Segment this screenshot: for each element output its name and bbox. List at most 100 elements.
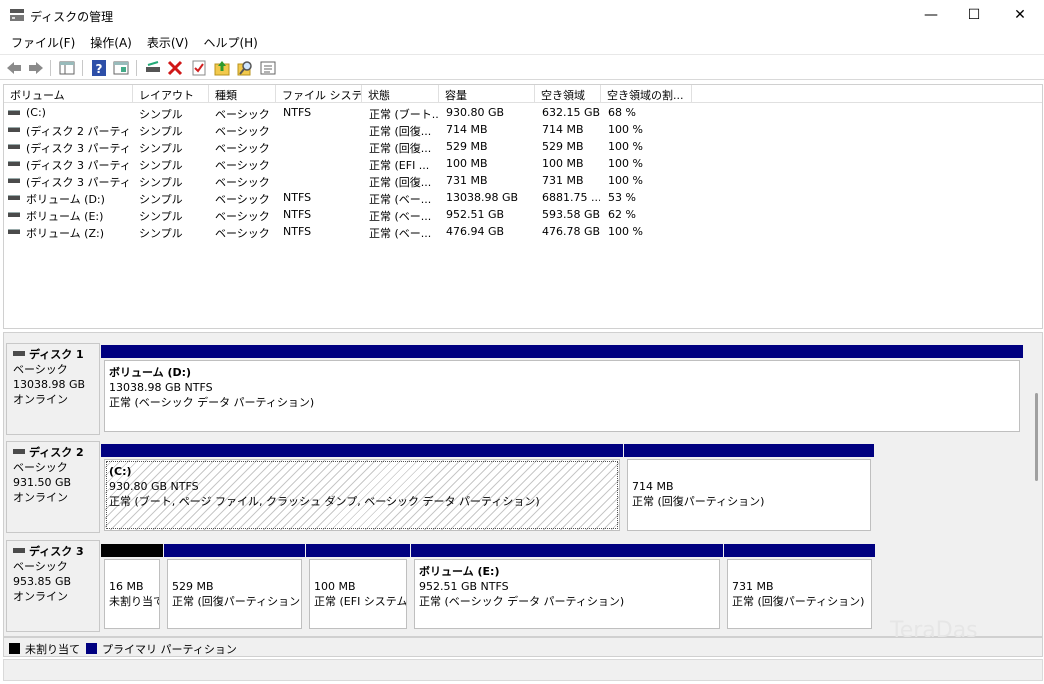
volume-cell-name: (ディスク 3 パーティシ...: [26, 176, 130, 189]
partition-bar: [101, 544, 163, 557]
drive-icon: [8, 195, 20, 200]
forward-arrow-icon[interactable]: [27, 59, 45, 77]
partition-bar: [101, 345, 1023, 358]
menu-action[interactable]: 操作(A): [83, 32, 140, 52]
volume-cell-capacity: 952.51 GB: [446, 208, 505, 221]
partition-efi[interactable]: 100 MB 正常 (EFI システム: [306, 544, 410, 632]
partition-disk3-recovery-2[interactable]: 731 MB 正常 (回復パーティション): [724, 544, 875, 632]
partition-title: ボリューム (D:): [109, 366, 192, 379]
properties-icon[interactable]: [259, 59, 277, 77]
column-header-capacity[interactable]: 容量: [439, 85, 535, 103]
partition-size: 13038.98 GB NTFS: [109, 381, 213, 394]
maximize-button[interactable]: ☐: [951, 0, 997, 30]
volume-cell-name: ボリューム (E:): [26, 210, 104, 223]
back-arrow-icon[interactable]: [5, 59, 23, 77]
status-bar: [3, 659, 1043, 681]
legend-unallocated: 未割り当て: [25, 642, 80, 656]
partition-size: 930.80 GB NTFS: [109, 480, 199, 493]
column-header-free-space[interactable]: 空き領域: [535, 85, 601, 103]
volume-cell-type: ベーシック: [215, 176, 270, 189]
volume-cell-layout: シンプル: [139, 227, 183, 240]
column-header-type[interactable]: 種類: [209, 85, 276, 103]
volume-row[interactable]: (ディスク 3 パーティシ... シンプル ベーシック 正常 (回復... 529 MB…: [4, 138, 1042, 155]
volume-cell-name: ボリューム (Z:): [26, 227, 104, 240]
partition-bar: [306, 544, 410, 557]
svg-text:?: ?: [96, 62, 103, 76]
partition-d[interactable]: ボリューム (D:) 13038.98 GB NTFS 正常 (ベーシック デー…: [101, 345, 1023, 435]
volume-row[interactable]: ボリューム (E:) シンプル ベーシック NTFS 正常 (ベー... 952.51 G…: [4, 206, 1042, 223]
volume-row[interactable]: ボリューム (D:) シンプル ベーシック NTFS 正常 (ベー... 13038.98…: [4, 189, 1042, 206]
volume-cell-status: 正常 (ベー...: [369, 210, 432, 223]
volume-row[interactable]: (ディスク 3 パーティシ... シンプル ベーシック 正常 (EFI ... 100 …: [4, 155, 1042, 172]
vertical-scrollbar[interactable]: [1035, 393, 1038, 481]
disk-size: 953.85 GB: [13, 575, 72, 588]
volume-cell-pct: 100 %: [608, 140, 643, 153]
partition-disk2-recovery[interactable]: 714 MB 正常 (回復パーティション): [624, 444, 874, 534]
partition-status: 正常 (EFI システム: [314, 595, 407, 608]
drive-icon: [8, 178, 20, 183]
volume-cell-layout: シンプル: [139, 108, 183, 121]
help-icon[interactable]: ?: [90, 59, 108, 77]
menu-bar: ファイル(F) 操作(A) 表示(V) ヘルプ(H): [0, 32, 1044, 52]
disk-1-label[interactable]: ディスク 1 ベーシック 13038.98 GB オンライン: [6, 343, 100, 435]
column-header-filesystem[interactable]: ファイル システム: [276, 85, 362, 103]
volume-cell-type: ベーシック: [215, 108, 270, 121]
volume-row[interactable]: (C:) シンプル ベーシック NTFS 正常 (ブート... 930.80 GB 632.…: [4, 104, 1042, 121]
close-button[interactable]: ✕: [997, 0, 1043, 30]
partition-status: 正常 (回復パーティション): [732, 595, 865, 608]
partition-status: 正常 (ベーシック データ パーティション): [109, 396, 315, 409]
show-pane-icon[interactable]: [112, 59, 130, 77]
disk-type: ベーシック: [13, 363, 68, 376]
partition-size: 731 MB: [732, 580, 774, 593]
volume-cell-type: ベーシック: [215, 227, 270, 240]
volume-row[interactable]: (ディスク 2 パーティシ... シンプル ベーシック 正常 (回復... 714 MB…: [4, 121, 1042, 138]
volume-cell-layout: シンプル: [139, 176, 183, 189]
volume-cell-free: 714 MB: [542, 123, 584, 136]
volume-row[interactable]: (ディスク 3 パーティシ... シンプル ベーシック 正常 (回復... 731 MB…: [4, 172, 1042, 189]
console-tree-icon[interactable]: [58, 59, 76, 77]
column-header-status[interactable]: 状態: [362, 85, 439, 103]
legend: 未割り当て プライマリ パーティション: [3, 637, 1043, 657]
menu-help[interactable]: ヘルプ(H): [196, 32, 265, 52]
partition-unallocated[interactable]: 16 MB 未割り当て: [101, 544, 163, 632]
volume-cell-capacity: 714 MB: [446, 123, 488, 136]
disk-3-label[interactable]: ディスク 3 ベーシック 953.85 GB オンライン: [6, 540, 100, 632]
drive-icon: [8, 110, 20, 115]
volume-cell-fs: NTFS: [283, 208, 312, 221]
column-header-volume[interactable]: ボリューム: [4, 85, 133, 103]
volume-cell-name: (ディスク 3 パーティシ...: [26, 142, 130, 155]
search-icon[interactable]: [236, 59, 254, 77]
disk-2-label[interactable]: ディスク 2 ベーシック 931.50 GB オンライン: [6, 441, 100, 533]
delete-icon[interactable]: [166, 59, 184, 77]
disk-icon: [13, 548, 25, 553]
partition-bar: [724, 544, 875, 557]
volume-cell-free: 593.58 GB: [542, 208, 600, 221]
partition-e[interactable]: ボリューム (E:) 952.51 GB NTFS 正常 (ベーシック データ …: [411, 544, 723, 632]
volume-row[interactable]: ボリューム (Z:) シンプル ベーシック NTFS 正常 (ベー... 476.94 G…: [4, 223, 1042, 240]
connect-drive-icon[interactable]: [144, 59, 162, 77]
volume-cell-free: 731 MB: [542, 174, 584, 187]
minimize-button[interactable]: —: [908, 0, 954, 30]
partition-disk3-recovery-1[interactable]: 529 MB 正常 (回復パーティション): [164, 544, 305, 632]
disk-size: 13038.98 GB: [13, 378, 86, 391]
check-icon[interactable]: [190, 59, 208, 77]
disk-type: ベーシック: [13, 461, 68, 474]
menu-view[interactable]: 表示(V): [140, 32, 197, 52]
volume-cell-free: 476.78 GB: [542, 225, 600, 238]
partition-bar: [164, 544, 305, 557]
column-header-free-percent[interactable]: 空き領域の割...: [601, 85, 692, 103]
partition-c[interactable]: (C:) 930.80 GB NTFS 正常 (ブート, ページ ファイル, ク…: [101, 444, 623, 534]
disk-name: ディスク 1: [29, 348, 84, 361]
column-header-layout[interactable]: レイアウト: [133, 85, 209, 103]
volume-list: ボリューム レイアウト 種類 ファイル システム 状態 容量 空き領域 空き領域…: [3, 84, 1043, 329]
partition-status: 正常 (回復パーティション): [172, 595, 302, 608]
partition-status: 正常 (回復パーティション): [632, 495, 765, 508]
upload-icon[interactable]: [213, 59, 231, 77]
volume-cell-pct: 100 %: [608, 157, 643, 170]
volume-cell-free: 529 MB: [542, 140, 584, 153]
menu-file[interactable]: ファイル(F): [4, 32, 83, 52]
partition-bar: [411, 544, 723, 557]
partition-size: 16 MB: [109, 580, 144, 593]
volume-cell-status: 正常 (ベー...: [369, 193, 432, 206]
volume-cell-layout: シンプル: [139, 159, 183, 172]
